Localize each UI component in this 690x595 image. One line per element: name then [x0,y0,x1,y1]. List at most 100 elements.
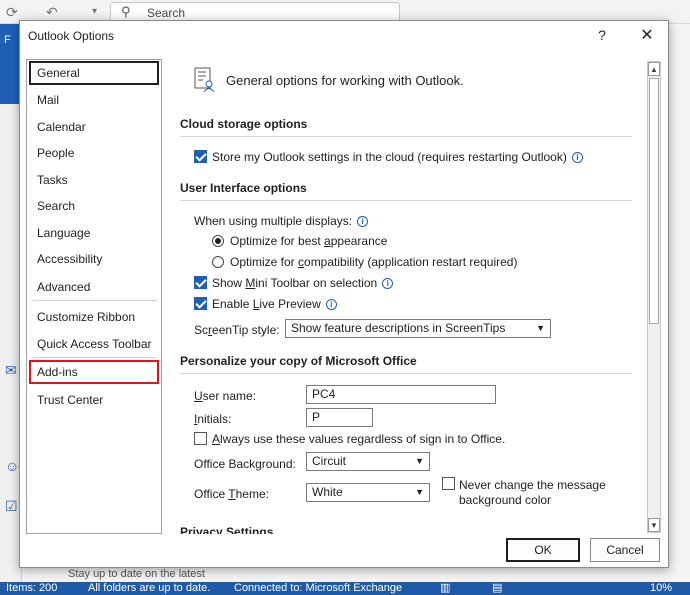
status-connection: Connected to: Microsoft Exchange [234,582,403,594]
dialog-title: Outlook Options [28,29,115,43]
store-settings-option[interactable]: Store my Outlook settings in the cloud (… [194,150,583,164]
qat-dropdown-icon[interactable]: ▾ [92,6,97,17]
category-advanced[interactable]: Advanced [29,275,159,299]
sidebar-divider [33,300,157,301]
store-settings-label: Store my Outlook settings in the cloud (… [212,150,567,164]
sync-icon[interactable]: ⟳ [6,4,18,21]
screentip-style-dropdown[interactable]: Show feature descriptions in ScreenTips ▼ [285,319,551,338]
mini-toolbar-checkbox[interactable] [194,276,207,289]
info-icon[interactable]: i [357,216,369,227]
live-preview-option[interactable]: Enable Live Preview i [194,297,337,311]
never-change-checkbox[interactable] [442,477,455,490]
screentip-label: ScreenTip style: [194,323,280,337]
never-change-line-2: background color [459,493,552,507]
options-category-list: General Mail Calendar People Tasks Searc… [26,59,162,534]
office-theme-dropdown[interactable]: White ▼ [306,483,430,502]
option-text: ini Toolbar on selection [255,276,378,290]
status-items-count: Items: 200 [6,582,58,594]
chevron-down-icon: ▼ [536,323,545,333]
search-placeholder: Search [147,6,186,20]
option-text: ompatibility (application restart requir… [304,255,518,269]
office-theme-label: Office Theme: [194,487,269,501]
option-text: Optimize for best [230,234,325,248]
initials-label: Initials: [194,412,231,426]
normal-view-icon[interactable]: ▥ [440,582,450,595]
optimize-compatibility-option[interactable]: Optimize for compatibility (application … [212,255,517,269]
search-box[interactable]: ⚲ Search [110,2,400,22]
tasks-nav-icon[interactable]: ☑ [5,498,18,515]
category-people[interactable]: People [29,141,159,165]
general-options-panel: General options for working with Outlook… [180,59,646,534]
store-settings-checkbox[interactable] [194,150,207,163]
category-calendar[interactable]: Calendar [29,115,159,139]
mini-toolbar-option[interactable]: Show Mini Toolbar on selection i [194,276,394,290]
help-button[interactable]: ? [594,27,610,43]
category-mail[interactable]: Mail [29,88,159,112]
cancel-button[interactable]: Cancel [590,538,660,562]
people-nav-icon[interactable]: ☺ [5,458,19,474]
office-background-dropdown[interactable]: Circuit ▼ [306,452,430,471]
label-text: ser name: [202,389,257,403]
multi-display-label: When using multiple displays: i [194,214,369,228]
mail-nav-icon[interactable]: ✉ [5,362,17,379]
reading-view-icon[interactable]: ▤ [492,582,502,595]
category-quick-access-toolbar[interactable]: Quick Access Toolbar [29,332,159,356]
chevron-down-icon: ▼ [415,456,424,466]
close-button[interactable]: ✕ [636,25,658,45]
live-preview-checkbox[interactable] [194,297,207,310]
info-icon[interactable]: i [325,299,337,310]
ui-options-heading: User Interface options [180,181,632,201]
info-icon[interactable]: i [571,152,583,163]
category-add-ins[interactable]: Add-ins [29,360,159,384]
category-search[interactable]: Search [29,194,159,218]
scroll-down-icon[interactable]: ▼ [648,518,660,532]
personalize-heading: Personalize your copy of Microsoft Offic… [180,354,632,374]
access-key: M [245,276,256,290]
category-accessibility[interactable]: Accessibility [29,247,159,271]
category-tasks[interactable]: Tasks [29,168,159,192]
office-theme-value: White [312,485,343,499]
access-key: T [228,487,236,501]
category-trust-center[interactable]: Trust Center [29,388,159,412]
screentip-style-value: Show feature descriptions in ScreenTips [291,321,506,335]
reading-pane-edge [668,24,690,582]
sidebar-divider [33,357,157,358]
options-header-text: General options for working with Outlook… [226,73,464,88]
chevron-down-icon: ▼ [415,487,424,497]
scroll-thumb[interactable] [649,78,659,324]
option-text: Enable [212,297,253,311]
never-change-line-1: Never change the message [459,478,606,492]
always-use-option[interactable]: Always use these values regardless of si… [194,432,505,446]
category-language[interactable]: Language [29,221,159,245]
info-icon[interactable]: i [382,278,394,289]
username-input[interactable]: PC4 [306,385,496,404]
category-general[interactable]: General [29,61,159,85]
optimize-appearance-option[interactable]: Optimize for best appearance [212,234,387,248]
optimize-compatibility-radio[interactable] [212,256,224,268]
general-options-icon [194,67,215,93]
multi-display-text: When using multiple displays: [194,214,353,228]
search-icon: ⚲ [121,4,131,19]
category-customize-ribbon[interactable]: Customize Ribbon [29,305,159,329]
option-text: ppearance [330,234,388,248]
office-background-value: Circuit [312,454,347,468]
optimize-appearance-radio[interactable] [212,235,224,247]
access-key: U [194,389,203,403]
label-text: nitials: [197,412,232,426]
always-use-checkbox[interactable] [194,432,207,445]
ok-button[interactable]: OK [506,538,580,562]
label-text: Sc [194,323,209,337]
option-text: Show [212,276,246,290]
never-change-option[interactable] [442,477,460,491]
outlook-options-dialog: Outlook Options ? ✕ General Mail Calenda… [19,20,669,568]
initials-input[interactable]: P [306,408,373,427]
scroll-up-icon[interactable]: ▲ [648,62,660,76]
zoom-level: 10% [650,582,673,594]
undo-icon[interactable]: ↶ [46,4,58,21]
label-text: Office [194,487,229,501]
status-sync: All folders are up to date. [88,582,211,594]
options-scrollbar[interactable]: ▲ ▼ [647,61,661,533]
access-key: A [212,432,221,446]
message-preview: Stay up to date on the latest [68,568,205,580]
access-key: a [324,234,331,248]
